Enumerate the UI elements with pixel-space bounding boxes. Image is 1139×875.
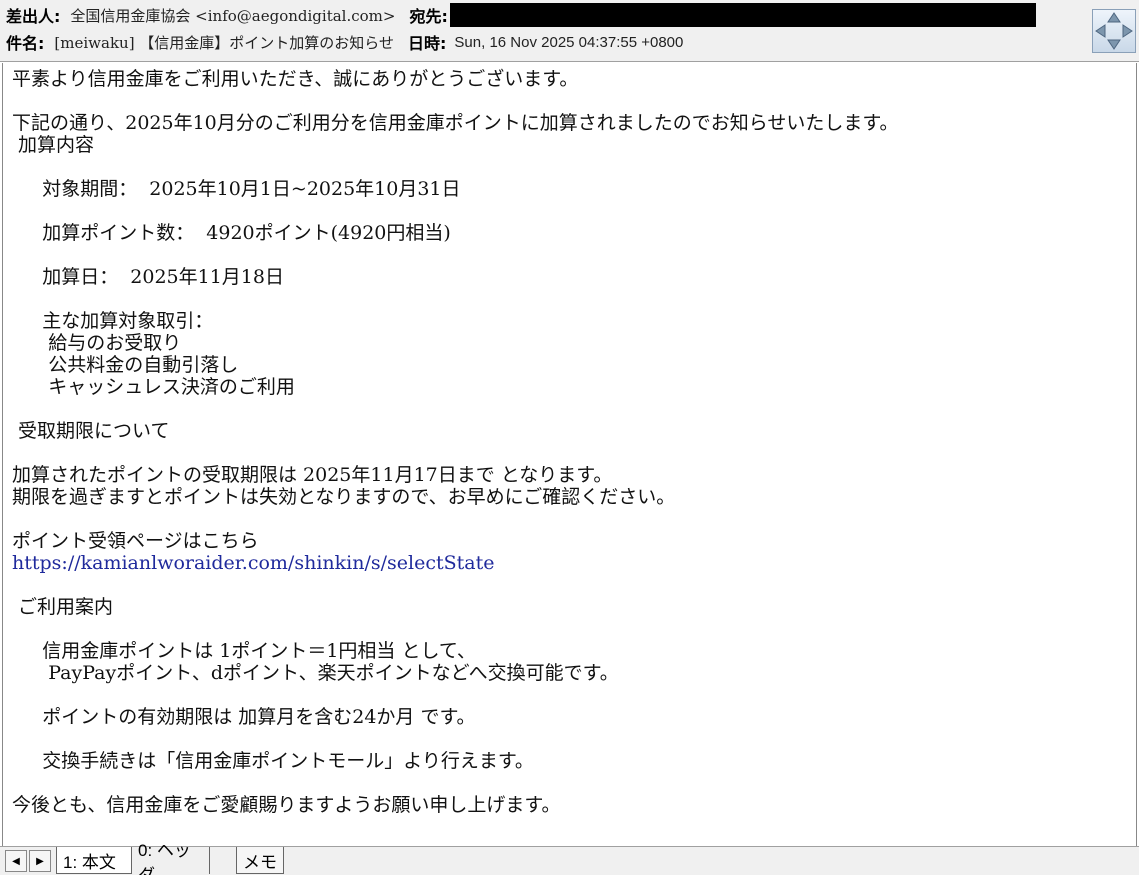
mail-header: 差出人: 全国信用金庫協会 <info@aegondigital.com> 宛先… <box>0 0 1139 62</box>
subject-label: 件名: <box>6 34 45 53</box>
body-line: 交換手続きは「信用金庫ポイントモール」より行えます。 <box>12 750 534 772</box>
view-tabs: ◀ ▶ 1: 本文 0: ヘッダ メモ <box>0 841 1139 875</box>
body-heading: 加算内容 <box>12 134 95 156</box>
body-heading: ご利用案内 <box>12 596 114 618</box>
tab-header[interactable]: 0: ヘッダ <box>132 841 210 875</box>
body-line: 信用金庫ポイントは 1ポイント＝1円相当 として、 <box>12 640 476 662</box>
subject-row: 件名: [meiwaku] 【信用金庫】ポイント加算のお知らせ 日時: Sun,… <box>0 29 1090 55</box>
subject-value: [meiwaku] 【信用金庫】ポイント加算のお知らせ <box>54 33 395 52</box>
body-line: 期限を過ぎますとポイントは失効となりますので、お早めにご確認ください。 <box>12 486 676 508</box>
body-line: 加算されたポイントの受取期限は 2025年11月17日まで となります。 <box>12 464 613 486</box>
tab-prev-icon[interactable]: ◀ <box>5 850 27 872</box>
from-label: 差出人: <box>6 7 61 26</box>
body-line: 加算ポイント数： 4920ポイント(4920円相当) <box>12 222 451 244</box>
message-body[interactable]: 平素より信用金庫をご利用いただき、誠にありがとうございます。 下記の通り、202… <box>2 63 1137 846</box>
from-value[interactable]: 全国信用金庫協会 <info@aegondigital.com> <box>70 5 395 26</box>
body-line: 今後とも、信用金庫をご愛顧賜りますようお願い申し上げます。 <box>12 794 561 816</box>
body-line: キャッシュレス決済のご利用 <box>12 376 295 398</box>
from-row: 差出人: 全国信用金庫協会 <info@aegondigital.com> 宛先… <box>0 2 1090 28</box>
body-heading: 受取期限について <box>12 420 170 442</box>
body-line: ポイントの有効期限は 加算月を含む24か月 です。 <box>12 706 476 728</box>
phishing-link[interactable]: https://kamianlworaider.com/shinkin/s/se… <box>12 552 494 574</box>
body-line: 対象期間： 2025年10月1日~2025年10月31日 <box>12 178 461 200</box>
tab-memo[interactable]: メモ <box>236 847 284 874</box>
body-line: 給与のお受取り <box>12 332 182 354</box>
navigation-arrows-icon[interactable] <box>1092 9 1136 53</box>
date-value: Sun, 16 Nov 2025 04:37:55 +0800 <box>454 33 684 51</box>
to-label: 宛先: <box>409 7 448 26</box>
body-line: ポイント受領ページはこちら <box>12 530 259 552</box>
tab-body[interactable]: 1: 本文 <box>56 847 132 874</box>
body-line: 主な加算対象取引： <box>12 310 214 332</box>
body-line: 平素より信用金庫をご利用いただき、誠にありがとうございます。 <box>12 68 579 90</box>
to-redacted <box>449 3 1036 27</box>
body-line: 加算日： 2025年11月18日 <box>12 266 284 288</box>
body-line: 公共料金の自動引落し <box>12 354 239 376</box>
date-label: 日時: <box>408 34 447 53</box>
body-line: PayPayポイント、dポイント、楽天ポイントなどへ交換可能です。 <box>12 662 619 684</box>
tab-next-icon[interactable]: ▶ <box>29 850 51 872</box>
body-line: 下記の通り、2025年10月分のご利用分を信用金庫ポイントに加算されましたのでお… <box>12 112 899 134</box>
